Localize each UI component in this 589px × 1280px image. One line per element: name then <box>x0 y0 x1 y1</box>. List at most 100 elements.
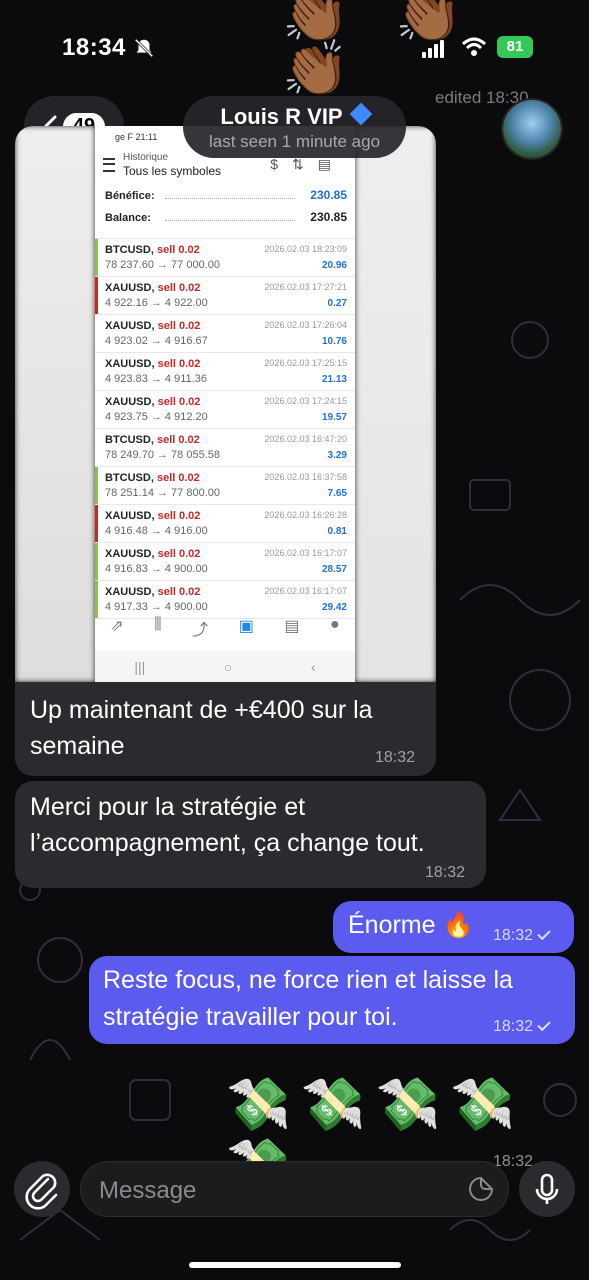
trade-profit: 10.76 <box>321 336 347 347</box>
home-icon: ○ <box>223 658 233 675</box>
outgoing-message-bubble[interactable]: Reste focus, ne force rien et laisse la … <box>89 956 575 1044</box>
chat-title[interactable]: Louis R VIP last seen 1 minute ago <box>183 96 406 158</box>
trading-history-screenshot[interactable]: ge F 21:11 Historique Tous les symboles … <box>15 126 436 682</box>
image-message-bubble[interactable]: ge F 21:11 Historique Tous les symboles … <box>15 126 436 776</box>
chart-icon: ⫼ <box>154 616 162 633</box>
phone-status-text: ge F 21:11 <box>115 132 158 142</box>
trade-symbol: XAUUSD, sell 0.02 <box>105 358 200 370</box>
trade-prices: 4 917.33 → 4 900.00 <box>105 601 208 613</box>
trade-date: 2026.02.03 16:47:20 <box>264 434 347 444</box>
history-icon: ▣ <box>238 618 254 635</box>
trade-profit: 28.57 <box>321 564 347 575</box>
voice-record-button[interactable] <box>519 1161 575 1217</box>
android-nav-bar: ||| ○ ‹ <box>95 651 355 682</box>
trade-profit: 21.13 <box>321 374 347 385</box>
last-seen-status: last seen 1 minute ago <box>208 132 381 151</box>
recents-icon: ||| <box>134 658 146 675</box>
balance-label: Balance: <box>105 212 151 224</box>
trade-row: BTCUSD, sell 0.02 78 237.60 → 77 000.00 20… <box>95 239 355 277</box>
trade-profit: 3.29 <box>327 450 347 461</box>
profit-value: 230.85 <box>310 188 347 202</box>
clapping-hands-emojis: 👏🏾👏🏾👏🏾 <box>282 0 509 99</box>
image-caption: Up maintenant de +€400 sur la semaine <box>30 692 410 764</box>
trade-symbol: XAUUSD, sell 0.02 <box>105 548 200 560</box>
message-input[interactable] <box>97 1172 451 1210</box>
home-indicator[interactable] <box>189 1262 401 1268</box>
attach-button[interactable] <box>14 1161 70 1217</box>
message-text: Énorme 🔥 <box>348 911 474 939</box>
trade-prices: 4 923.75 → 4 912.20 <box>105 411 208 423</box>
trade-date: 2026.02.03 18:23:09 <box>264 244 347 254</box>
news-icon: ▤ <box>284 618 300 635</box>
symbol-text: XAUUSD, <box>105 586 155 598</box>
message-input-container[interactable] <box>80 1161 509 1217</box>
symbol-text: BTCUSD, <box>105 434 154 446</box>
symbol-text: XAUUSD, <box>105 548 155 560</box>
trade-prices: 4 916.48 → 4 916.00 <box>105 525 208 537</box>
message-time: 18:32 <box>425 864 466 881</box>
trading-app-screen: ge F 21:11 Historique Tous les symboles … <box>95 126 355 682</box>
trade-prices: 78 249.70 → 78 055.58 <box>105 449 220 461</box>
caption-text: Up maintenant de +€400 sur la semaine <box>30 696 373 760</box>
trade-date: 2026.02.03 16:37:58 <box>264 472 347 482</box>
trade-prices: 4 922.16 → 4 922.00 <box>105 297 208 309</box>
chat-name: Louis R VIP <box>220 104 343 129</box>
trade-row: BTCUSD, sell 0.02 78 251.14 → 77 800.00 20… <box>95 467 355 505</box>
trade-status-bar <box>95 239 98 276</box>
trade-symbol: XAUUSD, sell 0.02 <box>105 282 200 294</box>
message-time: 18:32 <box>493 1018 534 1035</box>
trade-date: 2026.02.03 17:26:04 <box>264 320 347 330</box>
trade-symbol: BTCUSD, sell 0.02 <box>105 244 200 256</box>
trade-date: 2026.02.03 16:26:28 <box>264 510 347 520</box>
app-bottom-nav: ⇗ ⫼ ⤴ ▣ ▤ ● <box>95 616 355 646</box>
trade-row: XAUUSD, sell 0.02 4 923.02 → 4 916.67 2026… <box>95 315 355 353</box>
balance-row: Balance: 230.85 <box>95 208 355 230</box>
trade-status-bar <box>95 429 98 466</box>
trade-row: XAUUSD, sell 0.02 4 916.48 → 4 916.00 2026… <box>95 505 355 543</box>
trade-prices: 4 916.83 → 4 900.00 <box>105 563 208 575</box>
blurred-right-edge <box>355 126 436 682</box>
trade-date: 2026.02.03 16:17:07 <box>264 586 347 596</box>
trade-date: 2026.02.03 17:27:21 <box>264 282 347 292</box>
trade-symbol: XAUUSD, sell 0.02 <box>105 510 200 522</box>
trade-prices: 4 923.02 → 4 916.67 <box>105 335 208 347</box>
symbol-text: XAUUSD, <box>105 282 155 294</box>
outgoing-message-bubble[interactable]: Énorme 🔥 18:32 <box>333 901 574 953</box>
trade-side: sell 0.02 <box>157 396 201 408</box>
trade-row: XAUUSD, sell 0.02 4 922.16 → 4 922.00 2026… <box>95 277 355 315</box>
trade-side: sell 0.02 <box>157 358 201 370</box>
trade-status-bar <box>95 277 98 314</box>
incoming-message-bubble[interactable]: Merci pour la stratégie et l’accompagnem… <box>15 781 486 888</box>
trade-profit: 20.96 <box>321 260 347 271</box>
trade-date: 2026.02.03 17:24:15 <box>264 396 347 406</box>
trade-date: 2026.02.03 17:25:15 <box>264 358 347 368</box>
premium-diamond-icon <box>349 102 372 126</box>
avatar[interactable] <box>501 98 563 160</box>
bell-slash-icon <box>134 38 154 58</box>
symbol-text: XAUUSD, <box>105 396 155 408</box>
status-time: 18:34 <box>62 34 126 61</box>
trade-icon: ⤴ <box>192 622 209 639</box>
trade-side: sell 0.02 <box>157 320 201 332</box>
symbol-text: XAUUSD, <box>105 320 155 332</box>
trade-side: sell 0.02 <box>157 586 201 598</box>
sent-check-icon <box>537 1017 551 1032</box>
trade-status-bar <box>95 581 98 618</box>
message-time: 18:32 <box>493 927 534 944</box>
history-label: Historique <box>123 152 169 163</box>
chat-icon: ● <box>330 616 340 633</box>
trade-symbol: XAUUSD, sell 0.02 <box>105 396 200 408</box>
trade-profit: 7.65 <box>327 488 347 499</box>
quotes-icon: ⇗ <box>110 618 124 635</box>
toolbar-icons: $⇅▤ <box>270 156 345 172</box>
trade-row: XAUUSD, sell 0.02 4 923.75 → 4 912.20 2026… <box>95 391 355 429</box>
hamburger-menu-icon <box>103 158 115 172</box>
profit-row: Bénéfice: 230.85 <box>95 186 355 208</box>
trade-prices: 4 923.83 → 4 911.36 <box>105 373 207 385</box>
trade-side: sell 0.02 <box>157 548 201 560</box>
trade-status-bar <box>95 353 98 390</box>
trade-symbol: BTCUSD, sell 0.02 <box>105 472 200 484</box>
sticker-icon[interactable] <box>468 1176 494 1202</box>
blurred-left-edge <box>15 126 95 682</box>
symbol-text: BTCUSD, <box>105 472 154 484</box>
